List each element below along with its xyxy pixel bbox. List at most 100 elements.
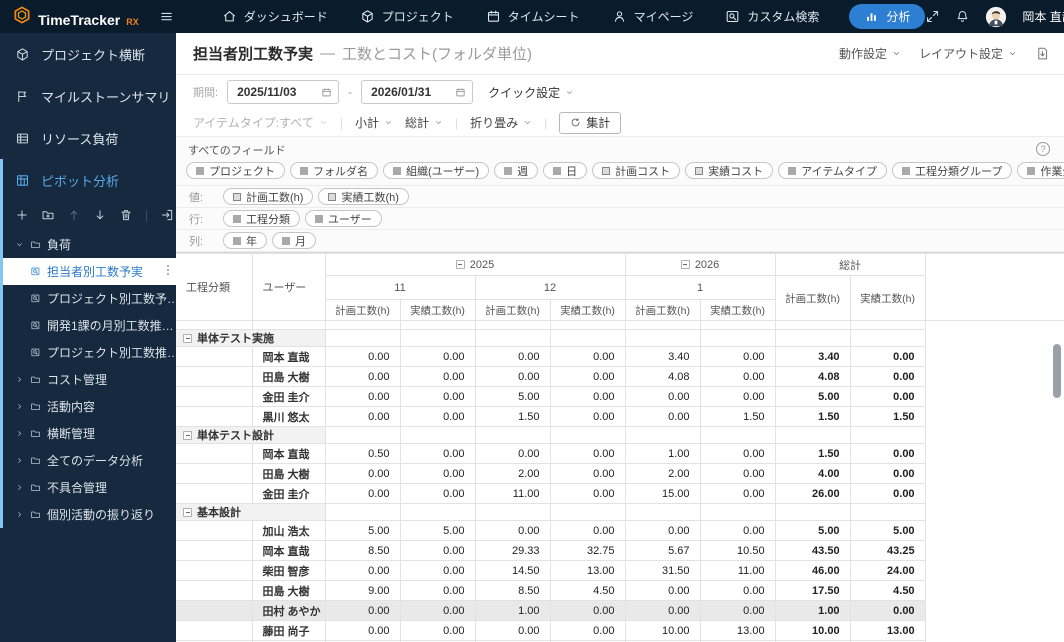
field-pill[interactable]: 工程分類: [223, 210, 300, 227]
date-from-input[interactable]: 2025/11/03: [227, 80, 340, 104]
field-pill[interactable]: ユーザー: [305, 210, 382, 227]
tree-folder-item[interactable]: 横断管理: [3, 420, 176, 447]
date-to-input[interactable]: 2026/01/31: [361, 80, 474, 104]
calendar-icon[interactable]: [455, 87, 466, 98]
layout-settings-dropdown[interactable]: レイアウト設定: [919, 45, 1017, 62]
table-row[interactable]: 黒川 悠太 0.00 0.00 1.50 0.00 0.00 1.50 1.50 1.50: [176, 406, 1064, 427]
year-header[interactable]: 2026: [624, 253, 776, 276]
process-cell: [176, 560, 253, 581]
tree-folder-item[interactable]: 不具合管理: [3, 474, 176, 501]
tree-folder-open[interactable]: 負荷: [3, 231, 176, 258]
nav-item-person[interactable]: マイページ: [610, 4, 696, 29]
tree-toolbar-arrow-up-button[interactable]: [67, 208, 81, 222]
field-pill[interactable]: 月: [272, 232, 316, 249]
tree-toolbar-export-button[interactable]: [160, 208, 174, 222]
user-avatar[interactable]: [985, 6, 1007, 28]
field-pill[interactable]: 工程分類グループ: [892, 162, 1013, 179]
table-group-row[interactable]: 単体テスト設計: [176, 426, 1064, 444]
value-cell: 0.00: [324, 366, 401, 387]
app-logo[interactable]: TimeTracker RX: [0, 5, 149, 28]
tree-folder-item[interactable]: 全てのデータ分析: [3, 447, 176, 474]
sidebar-item-pivot[interactable]: ピボット分析: [3, 159, 176, 201]
sidebar-item-cube[interactable]: プロジェクト横断: [0, 33, 176, 75]
table-row[interactable]: 柴田 智彦 0.00 0.00 14.50 13.00 31.50 11.00 46.00 24…: [176, 560, 1064, 581]
field-pill[interactable]: 計画工数(h): [223, 188, 314, 205]
tree-report-item[interactable]: 開発1課の月別工数推…: [3, 312, 176, 339]
value-cell: 0.00: [399, 483, 476, 504]
table-row[interactable]: 田島 大樹 0.00 0.00 0.00 0.00 4.08 0.00 4.08 0.00: [176, 366, 1064, 387]
tree-report-item[interactable]: 担当者別工数予実: [3, 258, 176, 285]
table-row[interactable]: 田村 あやか 0.00 0.00 1.00 0.00 0.00 0.00 1.00 0.00: [176, 600, 1064, 621]
year-header[interactable]: 2025: [324, 253, 626, 276]
user-name[interactable]: 岡本 直哉: [1022, 8, 1064, 25]
table-row[interactable]: 岡本 直哉 0.50 0.00 0.00 0.00 1.00 0.00 1.50 0.00: [176, 443, 1064, 464]
field-pill[interactable]: プロジェクト: [186, 162, 285, 179]
behavior-settings-dropdown[interactable]: 動作設定: [839, 45, 901, 62]
aggregate-button[interactable]: 集計: [559, 111, 622, 134]
field-pill[interactable]: 計画コスト: [592, 162, 681, 179]
month-header[interactable]: 11: [325, 275, 476, 300]
vertical-scrollbar[interactable]: [1053, 344, 1061, 398]
tree-toolbar-trash-button[interactable]: [119, 208, 133, 222]
table-row[interactable]: 田島 大樹 0.00 0.00 2.00 0.00 2.00 0.00 4.00 0.00: [176, 463, 1064, 484]
field-pill[interactable]: 日: [543, 162, 588, 179]
calendar-icon[interactable]: [321, 87, 332, 98]
group-name-cell[interactable]: 単体テスト設計: [176, 426, 326, 444]
nav-item-cube[interactable]: プロジェクト: [358, 4, 456, 29]
tree-folder-item[interactable]: 個別活動の振り返り: [3, 501, 176, 528]
field-pill[interactable]: 年: [223, 232, 267, 249]
field-pill[interactable]: 実績工数(h): [318, 188, 409, 205]
grand-total-dropdown[interactable]: 総計: [405, 114, 443, 131]
field-pill[interactable]: フォルダ名: [290, 162, 378, 179]
nav-item-search[interactable]: カスタム検索: [723, 4, 821, 29]
nav-item-home[interactable]: ダッシュボード: [220, 4, 330, 29]
collapse-minus-icon[interactable]: [183, 334, 192, 343]
tree-toolbar-arrow-down-button[interactable]: [93, 208, 107, 222]
notifications-bell-icon[interactable]: [955, 9, 970, 24]
month-header[interactable]: 12: [474, 275, 626, 300]
table-row[interactable]: 藤田 尚子 0.00 0.00 0.00 0.00 10.00 13.00 10.00 13.0…: [176, 620, 1064, 641]
table-group-row[interactable]: 基本設計: [176, 503, 1064, 521]
field-pill[interactable]: 組織(ユーザー): [383, 162, 490, 179]
month-header[interactable]: 1: [624, 275, 776, 300]
kebab-menu-icon[interactable]: [167, 265, 169, 275]
collapse-minus-icon[interactable]: [455, 259, 465, 269]
table-row[interactable]: 岡本 直哉 0.00 0.00 0.00 0.00 3.40 0.00 3.40 0.00: [176, 346, 1064, 367]
field-pill[interactable]: アイテムタイプ: [778, 162, 888, 179]
table-row[interactable]: 岡本 直哉 8.50 0.00 29.33 32.75 5.67 10.50 43.50 43.…: [176, 540, 1064, 561]
quick-settings-dropdown[interactable]: クイック設定: [488, 84, 574, 101]
collapse-minus-icon[interactable]: [680, 259, 690, 269]
column-header-user[interactable]: ユーザー: [251, 253, 326, 321]
table-group-row[interactable]: 単体テスト実施: [176, 329, 1064, 347]
item-type-dropdown[interactable]: アイテムタイプ:すべて: [193, 114, 328, 131]
group-name-cell[interactable]: 基本設計: [176, 503, 326, 521]
tree-folder-item[interactable]: 活動内容: [3, 393, 176, 420]
tree-folder-item[interactable]: コスト管理: [3, 366, 176, 393]
expand-icon[interactable]: [925, 9, 940, 24]
collapse-minus-icon[interactable]: [183, 508, 192, 517]
group-name-cell[interactable]: 単体テスト実施: [176, 329, 326, 347]
nav-item-chart[interactable]: 分析: [849, 4, 926, 29]
tree-report-item[interactable]: プロジェクト別工数予…: [3, 285, 176, 312]
table-row[interactable]: 加山 浩太 5.00 5.00 0.00 0.00 0.00 0.00 5.00 5.00: [176, 520, 1064, 541]
field-pill[interactable]: 作業分類グループ: [1017, 162, 1064, 179]
help-icon[interactable]: ?: [1036, 142, 1050, 156]
table-row[interactable]: 金田 圭介 0.00 0.00 11.00 0.00 15.00 0.00 26.00 0.00: [176, 483, 1064, 504]
sidebar-item-rows[interactable]: リソース負荷: [0, 117, 176, 159]
table-row[interactable]: 金田 圭介 0.00 0.00 5.00 0.00 0.00 0.00 5.00 0.00: [176, 386, 1064, 407]
sidebar-item-flag[interactable]: マイルストーンサマリ: [0, 75, 176, 117]
field-pill[interactable]: 週: [494, 162, 539, 179]
column-header-process[interactable]: 工程分類: [176, 253, 253, 321]
collapse-dropdown[interactable]: 折り畳み: [470, 114, 532, 131]
folder-icon: [30, 428, 41, 439]
field-pill[interactable]: 実績コスト: [685, 162, 774, 179]
export-report-icon[interactable]: [1035, 46, 1050, 61]
collapse-minus-icon[interactable]: [183, 431, 192, 440]
tree-report-item[interactable]: プロジェクト別工数推…: [3, 339, 176, 366]
tree-toolbar-plus-button[interactable]: [15, 208, 29, 222]
table-row[interactable]: 田島 大樹 9.00 0.00 8.50 4.50 0.00 0.00 17.50 4.50: [176, 580, 1064, 601]
subtotal-dropdown[interactable]: 小計: [355, 114, 393, 131]
nav-item-calendar[interactable]: タイムシート: [484, 4, 582, 29]
hamburger-menu-icon[interactable]: [159, 9, 174, 24]
tree-toolbar-folder-plus-button[interactable]: [41, 208, 55, 222]
